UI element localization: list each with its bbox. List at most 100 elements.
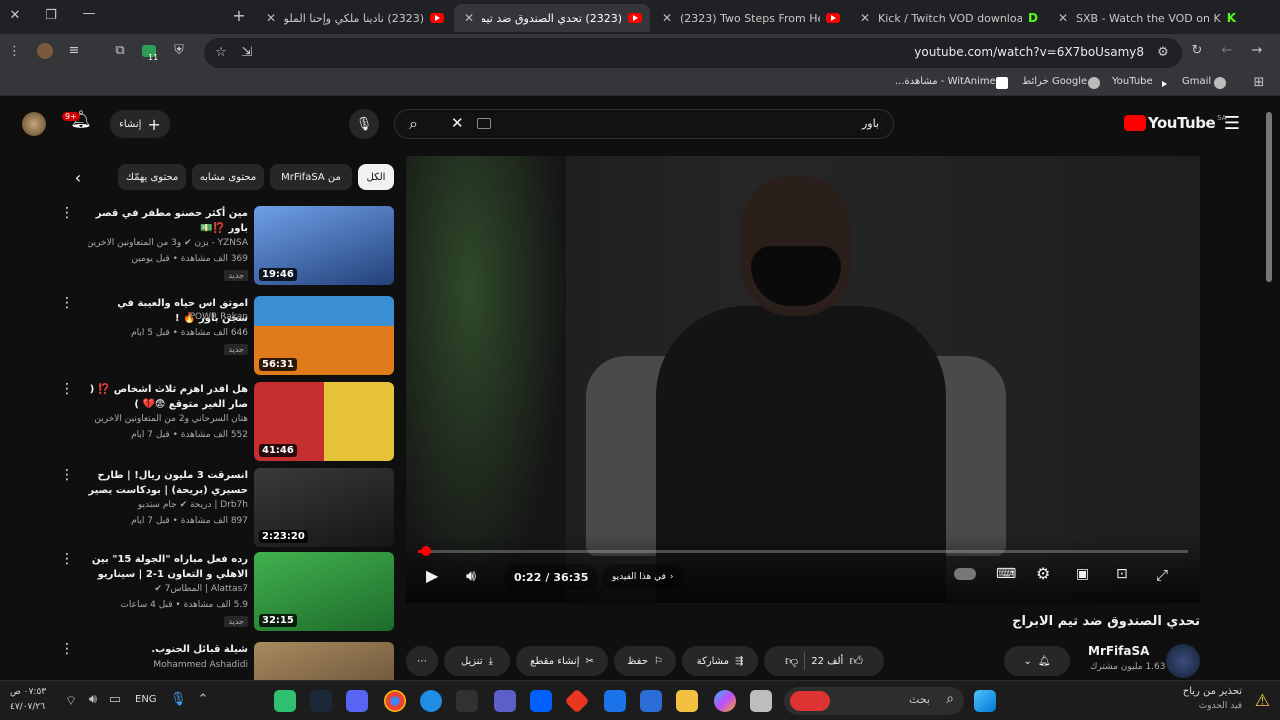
chrome-icon[interactable] bbox=[384, 690, 406, 712]
epic-games-icon[interactable] bbox=[456, 690, 478, 712]
scrubber-handle[interactable] bbox=[420, 546, 431, 556]
channel-avatar[interactable] bbox=[1166, 644, 1200, 678]
fullscreen-icon[interactable]: ⤢ bbox=[1156, 566, 1168, 584]
forward-icon[interactable]: → bbox=[1250, 43, 1264, 58]
search-icon[interactable]: ⌕ bbox=[409, 114, 418, 134]
chip-for-you[interactable]: محتوى يهمّك bbox=[118, 164, 186, 190]
store-icon[interactable] bbox=[640, 690, 662, 712]
video-title[interactable]: شيلة قبائل الجنوب. bbox=[88, 642, 248, 657]
recommendation-item[interactable]: ⋮ اموتق اس حياه والعيبة في سجن باور 🔥 ! … bbox=[60, 296, 394, 380]
media-icon[interactable]: ≡ bbox=[66, 43, 82, 58]
subtitles-icon[interactable]: ⌨ bbox=[996, 566, 1016, 582]
recommendation-item[interactable]: ⋮ مين أكثر حصنو مطفر في قصر باور ⁉️💵 YZN… bbox=[60, 206, 394, 290]
close-icon[interactable]: ✕ bbox=[1056, 11, 1070, 25]
channel-name[interactable]: Mohammed Ashadidi bbox=[88, 660, 248, 670]
video-title[interactable]: انسرقت 3 مليون ريال! | طارح حسيري (بريحة… bbox=[88, 468, 248, 498]
autoplay-toggle[interactable] bbox=[954, 568, 976, 580]
chip-scroll-left-icon[interactable]: ‹ bbox=[70, 168, 86, 187]
video-title[interactable]: هل افدر اهزم ثلاث اشخاص ⁉️ ( صار الغير م… bbox=[88, 382, 248, 412]
app-diamond-icon[interactable] bbox=[564, 688, 590, 714]
language-indicator[interactable]: ENG bbox=[135, 694, 157, 705]
video-thumbnail[interactable] bbox=[254, 642, 394, 680]
video-thumbnail[interactable]: 32:15 bbox=[254, 552, 394, 631]
channel-name[interactable]: Alattas7 | المطاس7 ✔ bbox=[88, 584, 248, 594]
video-title[interactable]: مين أكثر حصنو مطفر في قصر باور ⁉️💵 bbox=[88, 206, 248, 236]
new-tab-icon[interactable]: + bbox=[232, 6, 246, 25]
all-bookmarks-icon[interactable]: ⊞ bbox=[1252, 75, 1266, 90]
recommendation-item[interactable]: ⋮ شيلة قبائل الجنوب. Mohammed Ashadidi bbox=[60, 642, 394, 680]
edge-icon[interactable] bbox=[420, 690, 442, 712]
youtube-logo[interactable]: YouTube SA bbox=[1124, 114, 1227, 132]
close-icon[interactable]: ✕ bbox=[462, 11, 476, 25]
tab-5[interactable]: ✕ SXB - Watch the VOD on Kick K bbox=[1048, 4, 1244, 32]
windows-start-icon[interactable] bbox=[974, 690, 996, 712]
chevron-up-icon[interactable]: ⌃ bbox=[196, 692, 210, 707]
more-options-icon[interactable]: ⋮ bbox=[60, 206, 74, 220]
close-window-icon[interactable]: ✕ bbox=[8, 8, 22, 23]
weather-notice-title[interactable]: تحذير من رياح bbox=[1183, 686, 1242, 697]
chip-all[interactable]: الكل bbox=[358, 164, 394, 190]
clock-date[interactable]: ٤٧/٠٧/٢٦ bbox=[10, 702, 45, 712]
wifi-icon[interactable]: ⌔ bbox=[64, 693, 78, 709]
teams-icon[interactable] bbox=[494, 690, 516, 712]
taskbar-app-icon[interactable] bbox=[274, 690, 296, 712]
search-input[interactable]: باور bbox=[862, 117, 879, 130]
tab-1[interactable]: ✕ (2323) نادينا ملكي وإحنا الملوك bbox=[256, 4, 452, 32]
more-options-icon[interactable]: ⋮ bbox=[60, 552, 74, 566]
channel-name-main[interactable]: MrFifaSA bbox=[1088, 644, 1149, 658]
volume-tray-icon[interactable]: 🔊︎ bbox=[86, 692, 100, 707]
file-explorer-icon[interactable] bbox=[676, 690, 698, 712]
taskbar-search-box[interactable]: بحث ⌕ bbox=[784, 687, 964, 715]
volume-icon[interactable]: 🔊︎ bbox=[466, 566, 476, 586]
chapter-button[interactable]: في هذا الفيديو › bbox=[602, 564, 684, 590]
create-button[interactable]: إنشاء + bbox=[110, 110, 170, 138]
discord-icon[interactable] bbox=[346, 690, 368, 712]
bookmark-witanime[interactable]: WitAnime - مشاهدة... bbox=[895, 76, 996, 87]
tab-3[interactable]: ✕ (2323) Two Steps From Hell - St bbox=[652, 4, 848, 32]
play-icon[interactable]: ▶ bbox=[426, 566, 438, 585]
channel-name[interactable]: Drb7h | دريحة ✔ جام ستديو bbox=[88, 500, 248, 510]
channel-name[interactable]: POWR Rakan bbox=[88, 312, 248, 322]
task-view-icon[interactable] bbox=[750, 690, 772, 712]
page-scrollbar[interactable] bbox=[1266, 106, 1272, 676]
clip-button[interactable]: إنشاء مقطع ✂ bbox=[516, 646, 608, 676]
omnibox[interactable]: ☆ ⇲ youtube.com/watch?v=6X7boUsamy8 ⚙ bbox=[204, 38, 1182, 68]
keyboard-icon[interactable] bbox=[477, 118, 491, 129]
star-icon[interactable]: ☆ bbox=[214, 45, 228, 60]
dislike-button[interactable]: 👎︎ bbox=[785, 654, 798, 669]
account-avatar[interactable] bbox=[22, 112, 46, 136]
save-button[interactable]: حفظ ⚐ bbox=[614, 646, 676, 676]
bookmark-youtube[interactable]: YouTube bbox=[1112, 76, 1153, 87]
more-options-icon[interactable]: ⋮ bbox=[60, 382, 74, 396]
chip-similar[interactable]: محتوى مشابه bbox=[192, 164, 264, 190]
channel-name[interactable]: YZNSA - يزن ✔ و3 من المتعاونين الآخرين bbox=[88, 238, 248, 248]
hamburger-menu-icon[interactable]: ☰ bbox=[1222, 113, 1242, 134]
tab-4[interactable]: ✕ Kick / Twitch VOD downloader D bbox=[850, 4, 1046, 32]
reload-icon[interactable]: ↻ bbox=[1190, 43, 1204, 58]
share-button[interactable]: مشاركة ⇶ bbox=[682, 646, 758, 676]
recommendation-item[interactable]: ⋮ انسرقت 3 مليون ريال! | طارح حسيري (بري… bbox=[60, 468, 394, 552]
subscription-bell-button[interactable]: ⌄ 🔔︎ bbox=[1004, 646, 1070, 676]
channel-name[interactable]: هتان السرحاني و2 من المتعاونين الآخرين bbox=[88, 414, 248, 424]
more-actions-button[interactable]: ⋯ bbox=[406, 646, 438, 676]
video-thumbnail[interactable]: 19:46 bbox=[254, 206, 394, 285]
more-options-icon[interactable]: ⋮ bbox=[60, 642, 74, 656]
recommendation-item[interactable]: ⋮ هل افدر اهزم ثلاث اشخاص ⁉️ ( صار الغير… bbox=[60, 382, 394, 466]
tab-2-active[interactable]: ✕ (2323) تحدي الصندوق ضد تيم الا bbox=[454, 4, 650, 32]
more-options-icon[interactable]: ⋮ bbox=[60, 468, 74, 482]
menu-dots-icon[interactable]: ⋮ bbox=[8, 44, 21, 59]
search-box[interactable]: ⌕ ✕ باور bbox=[394, 109, 894, 139]
bookmark-google-maps[interactable]: خرائط Google bbox=[1022, 76, 1087, 87]
close-icon[interactable]: ✕ bbox=[264, 11, 278, 25]
like-button[interactable]: 👍︎ bbox=[849, 654, 863, 669]
more-options-icon[interactable]: ⋮ bbox=[60, 296, 74, 310]
steam-icon[interactable] bbox=[310, 690, 332, 712]
copilot-icon[interactable] bbox=[714, 690, 736, 712]
profile-avatar-icon[interactable] bbox=[37, 43, 53, 59]
close-icon[interactable]: ✕ bbox=[858, 11, 872, 25]
video-title[interactable]: رده فعل مباراه "الجولة 15" بين الاهلي و … bbox=[88, 552, 248, 582]
shield-icon[interactable]: ⛨ bbox=[172, 43, 186, 58]
chip-from-channel[interactable]: من MrFifaSA bbox=[270, 164, 352, 190]
miniplayer-icon[interactable]: ▣ bbox=[1076, 566, 1089, 582]
network-icon[interactable]: ▭ bbox=[108, 692, 122, 707]
